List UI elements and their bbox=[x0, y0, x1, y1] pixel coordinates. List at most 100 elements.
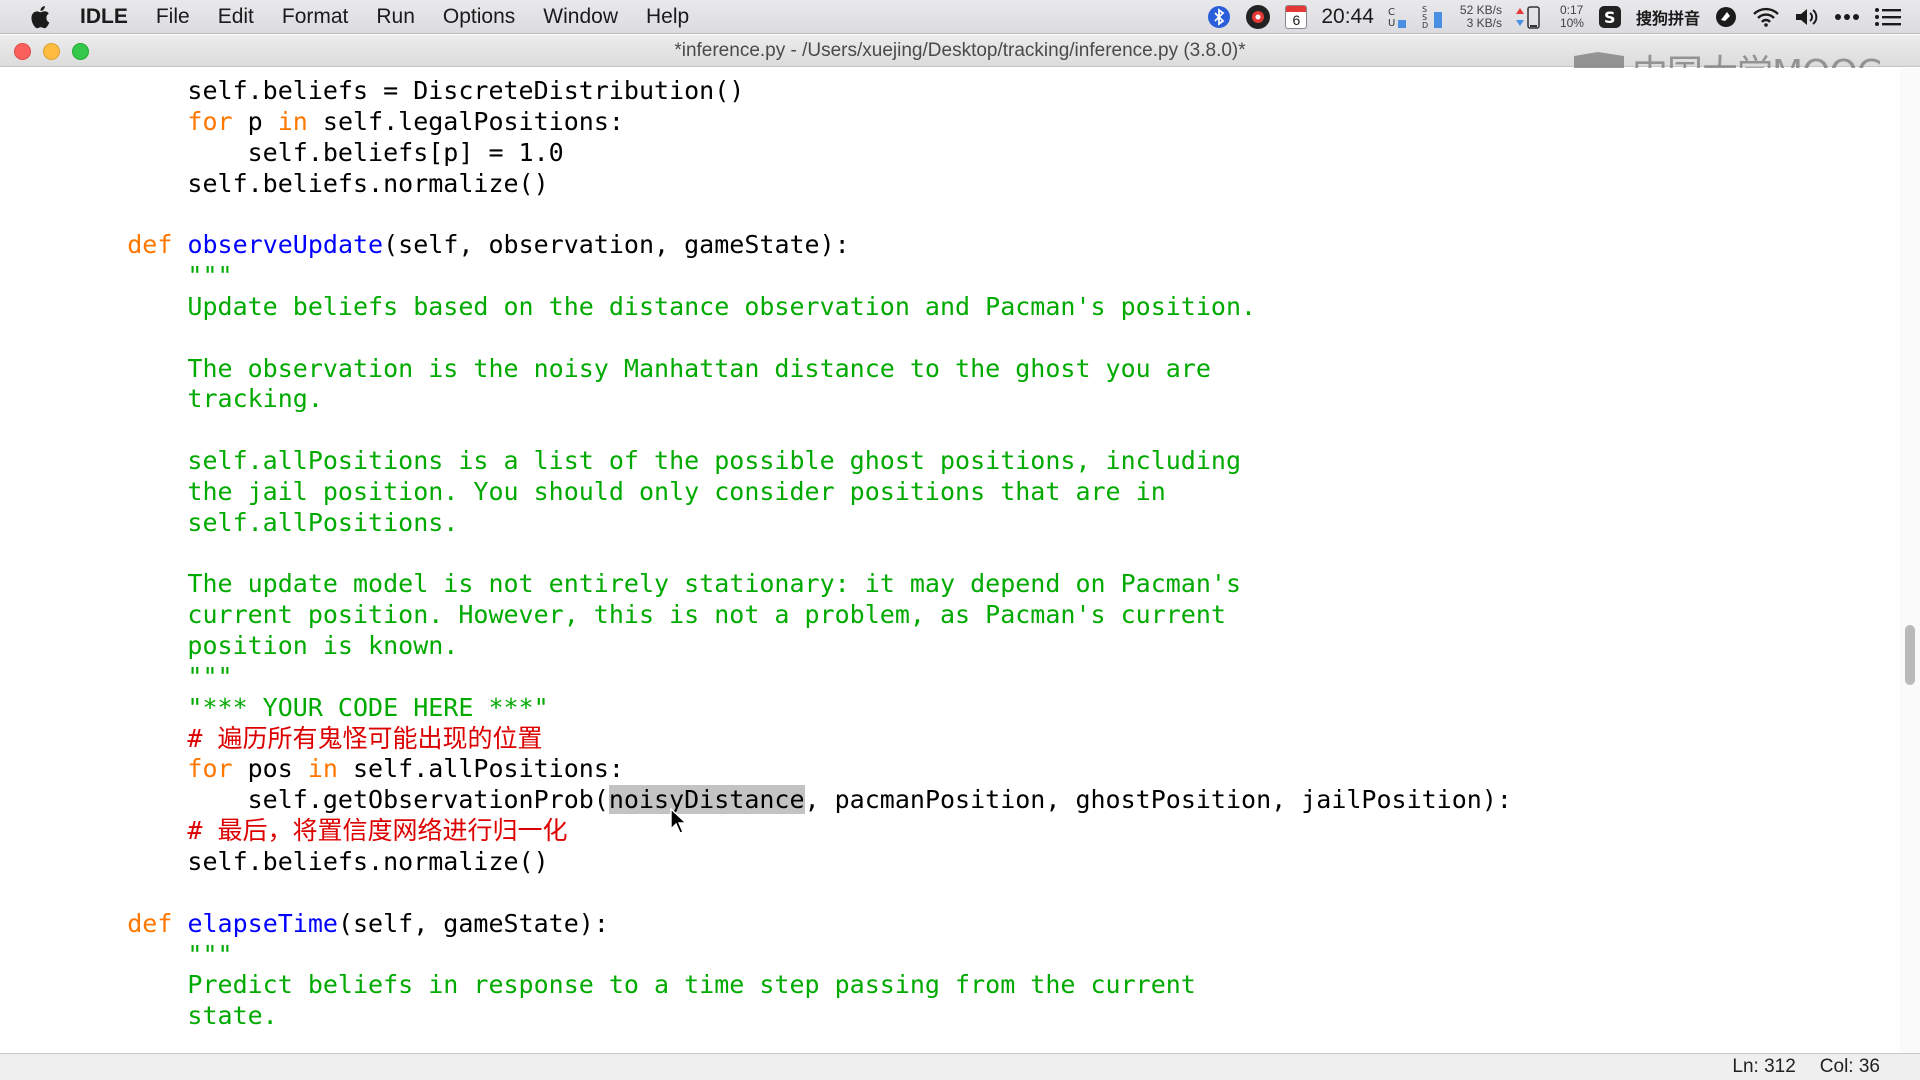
network-speed[interactable]: 52 KB/s 3 KB/s bbox=[1459, 2, 1502, 30]
code-string: The update model is not entirely station… bbox=[187, 569, 1242, 599]
svg-text:U: U bbox=[1388, 18, 1395, 29]
code-keyword: in bbox=[277, 106, 308, 136]
zoom-window-button[interactable] bbox=[72, 43, 89, 60]
wifi-icon[interactable] bbox=[1752, 3, 1780, 31]
vertical-scrollbar[interactable] bbox=[1900, 68, 1920, 1053]
code-string: "*** YOUR CODE HERE ***" bbox=[187, 692, 549, 722]
ime-label[interactable]: 搜狗拼音 bbox=[1636, 5, 1700, 29]
menu-file[interactable]: File bbox=[142, 0, 204, 34]
code-token: , pacmanPosition, ghostPosition, jailPos… bbox=[804, 785, 1512, 815]
code-token: (self, gameState): bbox=[337, 908, 609, 938]
code-line[interactable]: # 最后，将置信度网络进行归一化 bbox=[67, 815, 567, 846]
code-line[interactable]: state. bbox=[67, 1000, 277, 1031]
code-keyword: in bbox=[307, 754, 338, 784]
battery-icon[interactable] bbox=[1515, 3, 1546, 31]
minimize-window-button[interactable] bbox=[43, 43, 60, 60]
code-line[interactable]: Update beliefs based on the distance obs… bbox=[67, 291, 1256, 322]
code-line[interactable]: self.getObservationProb(noisyDistance, p… bbox=[67, 784, 1512, 815]
menu-window[interactable]: Window bbox=[529, 0, 632, 34]
code-line[interactable]: self.allPositions. bbox=[67, 507, 458, 538]
code-line[interactable]: for p in self.legalPositions: bbox=[67, 106, 624, 137]
more-icon[interactable] bbox=[1834, 3, 1860, 31]
menu-edit[interactable]: Edit bbox=[204, 0, 268, 34]
cpu-meter-icon[interactable]: C U bbox=[1388, 3, 1408, 31]
code-string: current position. However, this is not a… bbox=[187, 600, 1226, 630]
code-token: self.legalPositions: bbox=[307, 106, 624, 136]
code-line[interactable]: Predict beliefs in response to a time st… bbox=[67, 969, 1196, 1000]
window-controls bbox=[14, 43, 89, 60]
code-line[interactable]: The observation is the noisy Manhattan d… bbox=[67, 353, 1211, 384]
sogou-ime-icon[interactable]: S bbox=[1598, 3, 1622, 31]
camera-app-icon[interactable] bbox=[1245, 3, 1271, 31]
ssd-meter-icon[interactable]: S S D bbox=[1422, 3, 1446, 31]
code-line[interactable]: position is known. bbox=[67, 630, 458, 661]
scrollbar-thumb[interactable] bbox=[1905, 625, 1915, 685]
bluetooth-icon[interactable] bbox=[1207, 3, 1231, 31]
code-token: p bbox=[232, 106, 278, 136]
code-line[interactable]: The update model is not entirely station… bbox=[67, 568, 1241, 599]
code-line[interactable]: for pos in self.allPositions: bbox=[67, 753, 624, 784]
column-number: Col: 36 bbox=[1819, 1056, 1880, 1077]
code-line[interactable]: "*** YOUR CODE HERE ***" bbox=[67, 692, 549, 723]
menu-app-idle[interactable]: IDLE bbox=[66, 0, 142, 34]
code-function-name: observeUpdate bbox=[187, 230, 384, 260]
battery-percent: 10% bbox=[1559, 15, 1584, 30]
code-line[interactable]: self.beliefs[p] = 1.0 bbox=[67, 137, 564, 168]
close-window-button[interactable] bbox=[14, 43, 31, 60]
code-line[interactable]: self.beliefs.normalize() bbox=[67, 168, 549, 199]
screen-tool-icon[interactable] bbox=[1714, 3, 1738, 31]
control-center-icon[interactable] bbox=[1874, 3, 1902, 31]
code-line[interactable]: current position. However, this is not a… bbox=[67, 599, 1226, 630]
code-keyword: def bbox=[127, 908, 173, 938]
code-string: Update beliefs based on the distance obs… bbox=[187, 291, 1257, 321]
code-line[interactable]: self.beliefs.normalize() bbox=[67, 846, 548, 877]
code-token: self.beliefs.normalize() bbox=[187, 168, 549, 198]
menu-format[interactable]: Format bbox=[268, 0, 363, 34]
code-line[interactable]: def observeUpdate(self, observation, gam… bbox=[67, 229, 849, 260]
code-line[interactable]: tracking. bbox=[67, 383, 322, 414]
code-string: position is known. bbox=[187, 631, 459, 661]
code-line[interactable]: def elapseTime(self, gameState): bbox=[67, 908, 609, 939]
menu-run[interactable]: Run bbox=[362, 0, 429, 34]
code-selection: noisyDistance bbox=[608, 785, 805, 815]
code-line[interactable]: """ bbox=[67, 939, 232, 970]
net-down-speed: 3 KB/s bbox=[1466, 15, 1502, 30]
svg-text:S: S bbox=[1604, 8, 1616, 27]
code-string: The observation is the noisy Manhattan d… bbox=[187, 353, 1211, 383]
calendar-icon[interactable]: 6 bbox=[1285, 3, 1308, 31]
code-line[interactable]: self.beliefs = DiscreteDistribution() bbox=[67, 75, 744, 106]
code-line[interactable]: the jail position. You should only consi… bbox=[67, 476, 1165, 507]
net-up-speed: 52 KB/s bbox=[1459, 2, 1502, 17]
status-menu-area: 6 20:44 C U S S D 52 KB/s 3 KB/s 0:17 10… bbox=[1207, 0, 1920, 34]
clock[interactable]: 20:44 bbox=[1321, 5, 1374, 29]
menu-options[interactable]: Options bbox=[429, 0, 529, 34]
code-keyword: def bbox=[127, 230, 173, 260]
code-string: self.allPositions is a list of the possi… bbox=[187, 446, 1242, 476]
code-token: self.allPositions: bbox=[337, 754, 624, 784]
code-token: self.getObservationProb( bbox=[247, 785, 609, 815]
volume-icon[interactable] bbox=[1794, 3, 1820, 31]
code-line[interactable]: """ bbox=[67, 661, 232, 692]
menu-bar: IDLE File Edit Format Run Options Window… bbox=[0, 0, 1920, 34]
code-line[interactable]: """ bbox=[67, 260, 232, 291]
code-token: self.beliefs = DiscreteDistribution() bbox=[187, 76, 745, 105]
menu-help[interactable]: Help bbox=[632, 0, 703, 34]
code-editor[interactable]: self.beliefs = DiscreteDistribution() fo… bbox=[0, 68, 1900, 1053]
code-line[interactable]: # 遍历所有鬼怪可能出现的位置 bbox=[67, 723, 542, 754]
code-keyword: for bbox=[187, 106, 233, 136]
code-line[interactable]: self.allPositions is a list of the possi… bbox=[67, 445, 1241, 476]
code-string: Predict beliefs in response to a time st… bbox=[187, 970, 1196, 1000]
apple-logo-icon[interactable] bbox=[14, 5, 66, 29]
